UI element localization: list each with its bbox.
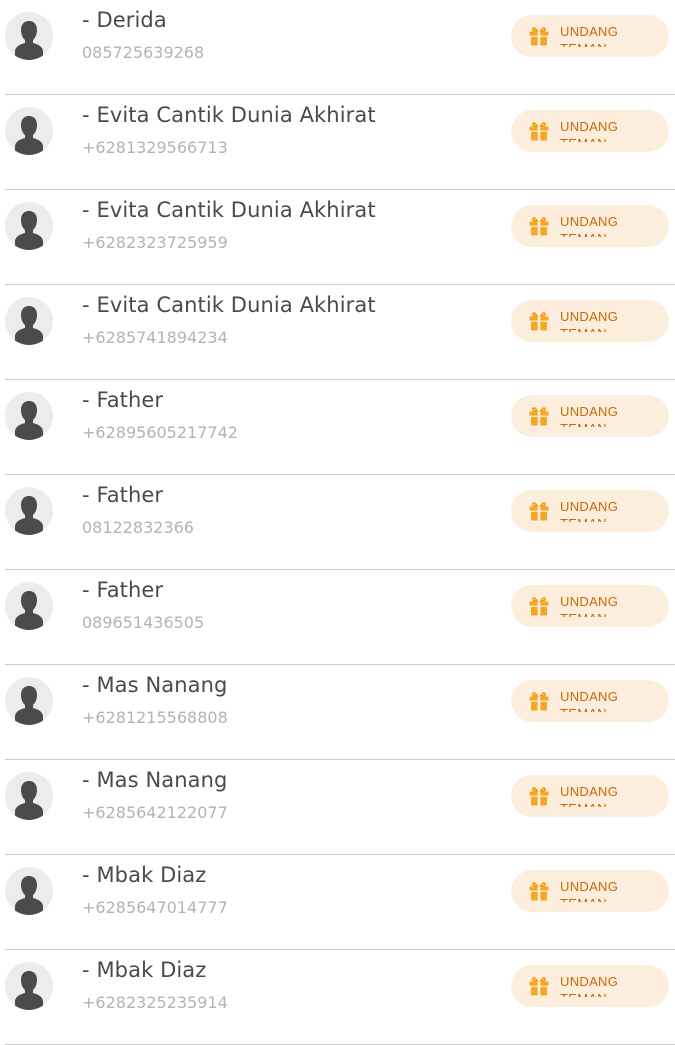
avatar-placeholder-icon xyxy=(5,12,53,60)
invite-friend-button[interactable]: UNDANG TEMAN xyxy=(511,585,669,627)
contact-name: - Mbak Diaz xyxy=(82,958,207,982)
contact-phone: 089651436505 xyxy=(82,613,205,632)
contact-row[interactable]: - Father 089651436505 UNDANG TEMAN xyxy=(5,570,675,665)
gift-icon xyxy=(529,27,549,46)
contact-name: - Evita Cantik Dunia Akhirat xyxy=(82,103,376,127)
contact-row[interactable]: - Father +62895605217742 UNDANG TEMAN xyxy=(5,380,675,475)
invite-friend-button[interactable]: UNDANG TEMAN xyxy=(511,300,669,342)
gift-icon xyxy=(529,977,549,996)
contact-phone: +6285642122077 xyxy=(82,803,228,822)
gift-icon xyxy=(529,122,549,141)
invite-button-label: UNDANG TEMAN xyxy=(560,214,619,237)
gift-icon xyxy=(529,787,549,806)
contact-row[interactable]: - Mas Nanang +6285642122077 UNDANG TEMAN xyxy=(5,760,675,855)
contact-name: - Mas Nanang xyxy=(82,768,228,792)
contact-phone: +62895605217742 xyxy=(82,423,238,442)
gift-icon xyxy=(529,882,549,901)
contact-phone: +6282323725959 xyxy=(82,233,228,252)
invite-button-label: UNDANG TEMAN xyxy=(560,879,619,902)
contact-phone: +6282325235914 xyxy=(82,993,228,1012)
contact-row[interactable]: - Mbak Diaz +6285647014777 UNDANG TEMAN xyxy=(5,855,675,950)
avatar-placeholder-icon xyxy=(5,962,53,1010)
avatar-placeholder-icon xyxy=(5,202,53,250)
invite-friend-button[interactable]: UNDANG TEMAN xyxy=(511,965,669,1007)
contact-row[interactable]: - Father 08122832366 UNDANG TEMAN xyxy=(5,475,675,570)
invite-friend-button[interactable]: UNDANG TEMAN xyxy=(511,205,669,247)
invite-button-label: UNDANG TEMAN xyxy=(560,404,619,427)
gift-icon xyxy=(529,217,549,236)
avatar-placeholder-icon xyxy=(5,107,53,155)
contact-name: - Mas Nanang xyxy=(82,673,228,697)
gift-icon xyxy=(529,407,549,426)
avatar-placeholder-icon xyxy=(5,867,53,915)
contact-row[interactable]: - Evita Cantik Dunia Akhirat +6281329566… xyxy=(5,95,675,190)
avatar-placeholder-icon xyxy=(5,582,53,630)
contact-phone: +6281329566713 xyxy=(82,138,228,157)
invite-button-label: UNDANG TEMAN xyxy=(560,594,619,617)
gift-icon xyxy=(529,312,549,331)
contact-row[interactable]: - Mbak Diaz +6282325235914 UNDANG TEMAN xyxy=(5,950,675,1045)
contact-name: - Evita Cantik Dunia Akhirat xyxy=(82,198,376,222)
contact-phone: 08122832366 xyxy=(82,518,194,537)
contact-name: - Derida xyxy=(82,8,167,32)
avatar-placeholder-icon xyxy=(5,677,53,725)
contact-row[interactable]: - Evita Cantik Dunia Akhirat +6285741894… xyxy=(5,285,675,380)
invite-friend-button[interactable]: UNDANG TEMAN xyxy=(511,395,669,437)
gift-icon xyxy=(529,597,549,616)
avatar-placeholder-icon xyxy=(5,772,53,820)
contact-row[interactable]: - Derida 085725639268 UNDANG TEMAN xyxy=(5,0,675,95)
contact-phone: +6285647014777 xyxy=(82,898,228,917)
contact-name: - Mbak Diaz xyxy=(82,863,207,887)
contact-list: - Derida 085725639268 UNDANG TEMAN - Evi… xyxy=(5,0,675,1045)
invite-friend-button[interactable]: UNDANG TEMAN xyxy=(511,110,669,152)
gift-icon xyxy=(529,692,549,711)
contact-row[interactable]: - Mas Nanang +6281215568808 UNDANG TEMAN xyxy=(5,665,675,760)
invite-friend-button[interactable]: UNDANG TEMAN xyxy=(511,870,669,912)
avatar-placeholder-icon xyxy=(5,392,53,440)
contact-row[interactable]: - Evita Cantik Dunia Akhirat +6282323725… xyxy=(5,190,675,285)
contact-phone: +6281215568808 xyxy=(82,708,228,727)
avatar-placeholder-icon xyxy=(5,297,53,345)
contact-phone: 085725639268 xyxy=(82,43,205,62)
contact-name: - Evita Cantik Dunia Akhirat xyxy=(82,293,376,317)
contact-name: - Father xyxy=(82,483,164,507)
invite-button-label: UNDANG TEMAN xyxy=(560,24,619,47)
contact-name: - Father xyxy=(82,388,164,412)
invite-friend-button[interactable]: UNDANG TEMAN xyxy=(511,490,669,532)
invite-friend-button[interactable]: UNDANG TEMAN xyxy=(511,775,669,817)
invite-button-label: UNDANG TEMAN xyxy=(560,784,619,807)
invite-friend-button[interactable]: UNDANG TEMAN xyxy=(511,680,669,722)
invite-button-label: UNDANG TEMAN xyxy=(560,974,619,997)
gift-icon xyxy=(529,502,549,521)
invite-button-label: UNDANG TEMAN xyxy=(560,499,619,522)
avatar-placeholder-icon xyxy=(5,487,53,535)
invite-button-label: UNDANG TEMAN xyxy=(560,309,619,332)
invite-button-label: UNDANG TEMAN xyxy=(560,689,619,712)
contact-phone: +6285741894234 xyxy=(82,328,228,347)
invite-friend-button[interactable]: UNDANG TEMAN xyxy=(511,15,669,57)
invite-button-label: UNDANG TEMAN xyxy=(560,119,619,142)
contact-name: - Father xyxy=(82,578,164,602)
